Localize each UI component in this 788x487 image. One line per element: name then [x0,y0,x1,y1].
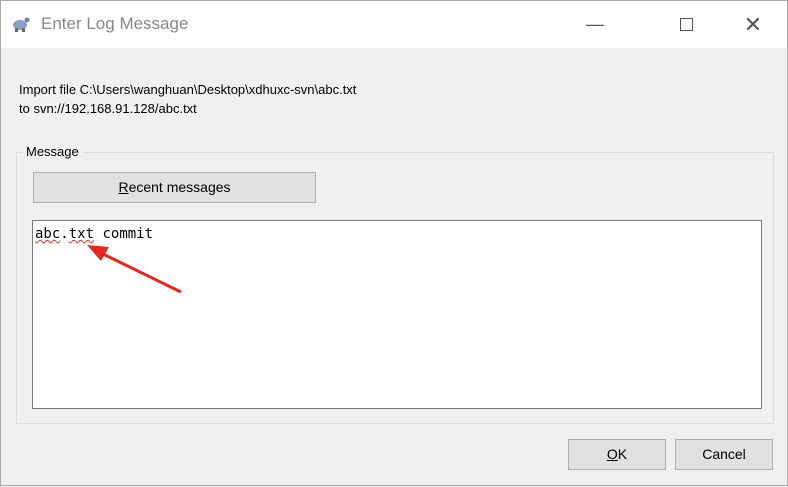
minimize-button[interactable]: — [572,1,618,48]
message-textarea[interactable]: abc.txt commit [32,220,762,409]
import-info: Import file C:\Users\wanghuan\Desktop\xd… [19,80,356,118]
maximize-button[interactable] [663,1,709,48]
ok-button[interactable]: OK [568,439,666,470]
text-rest: commit [94,226,154,242]
import-file-text: Import file C:\Users\wanghuan\Desktop\xd… [19,82,357,97]
ok-label: K [617,446,628,462]
cancel-button[interactable]: Cancel [675,439,773,470]
window-title: Enter Log Message [41,14,189,33]
message-group-label: Message [23,144,82,159]
text-misspelled-2: txt [68,226,95,242]
tortoisesvn-icon [13,17,30,32]
title-bar: Enter Log Message — ✕ [1,1,787,48]
close-icon: ✕ [743,11,763,37]
log-message-dialog: Enter Log Message — ✕ Import file C:\Use… [0,0,788,486]
close-button[interactable]: ✕ [730,1,776,48]
recent-mnemonic: R [118,179,129,195]
recent-messages-button[interactable]: Recent messages [33,172,316,203]
maximize-icon [679,18,693,31]
text-misspelled-1: abc [35,226,61,242]
import-target-text: to svn://192.168.91.128/abc.txt [19,101,197,116]
text-dot: . [60,226,69,242]
recent-label: ecent messages [128,179,231,195]
ok-mnemonic: O [606,446,618,462]
minimize-icon: — [586,14,604,34]
